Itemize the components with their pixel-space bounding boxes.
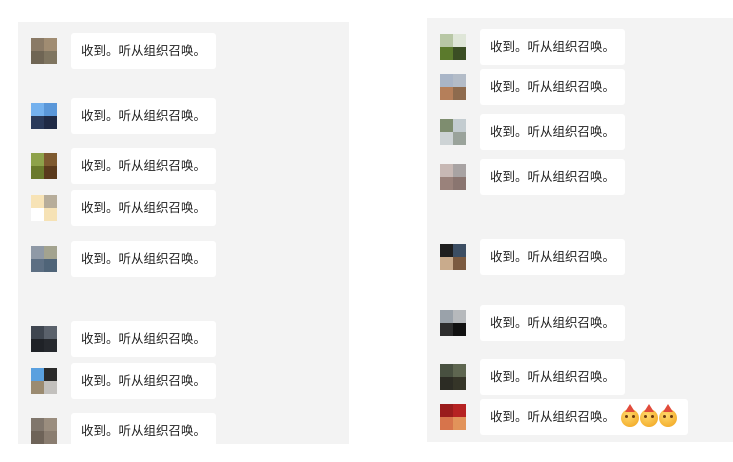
message-bubble[interactable]: 收到。听从组织召唤。: [480, 239, 626, 275]
avatar[interactable]: [31, 38, 57, 64]
message-bubble[interactable]: 收到。听从组织召唤。: [480, 69, 626, 105]
message-bubble[interactable]: 收到。听从组织召唤。: [480, 114, 626, 150]
chat-panel-right[interactable]: 收到。听从组织召唤。 收到。听从组织召唤。 收到。听从组织召唤。 收到。听从组织召唤。…: [427, 18, 733, 442]
party-face-icon: [659, 404, 678, 427]
message-bubble[interactable]: 收到。听从组织召唤。: [480, 359, 626, 395]
avatar[interactable]: [440, 244, 466, 270]
party-face-icon: [640, 404, 659, 427]
avatar[interactable]: [31, 246, 57, 272]
avatar[interactable]: [440, 74, 466, 100]
message-bubble[interactable]: 收到。听从组织召唤。: [71, 241, 217, 277]
avatar[interactable]: [440, 164, 466, 190]
avatar[interactable]: [31, 418, 57, 444]
avatar[interactable]: [31, 326, 57, 352]
message-text: 收到。听从组织召唤。: [81, 373, 207, 388]
message-bubble[interactable]: 收到。听从组织召唤。: [71, 190, 217, 226]
message-bubble[interactable]: 收到。听从组织召唤。: [480, 305, 626, 341]
message-bubble[interactable]: 收到。听从组织召唤。: [71, 148, 217, 184]
avatar[interactable]: [440, 119, 466, 145]
message-text: 收到。听从组织召唤。: [490, 124, 616, 139]
message-bubble[interactable]: 收到。听从组织召唤。: [480, 399, 689, 436]
message-text: 收到。听从组织召唤。: [81, 251, 207, 266]
message-text: 收到。听从组织召唤。: [81, 200, 207, 215]
message-bubble[interactable]: 收到。听从组织召唤。: [480, 159, 626, 195]
avatar[interactable]: [440, 404, 466, 430]
message-text: 收到。听从组织召唤。: [81, 423, 207, 438]
message-text: 收到。听从组织召唤。: [490, 79, 616, 94]
message-bubble[interactable]: 收到。听从组织召唤。: [71, 321, 217, 357]
avatar[interactable]: [31, 103, 57, 129]
message-text: 收到。听从组织召唤。: [81, 331, 207, 346]
message-bubble[interactable]: 收到。听从组织召唤。: [71, 98, 217, 134]
avatar[interactable]: [440, 34, 466, 60]
message-text: 收到。听从组织召唤。: [490, 39, 616, 54]
party-face-icon: [621, 404, 640, 427]
avatar[interactable]: [440, 310, 466, 336]
message-text: 收到。听从组织召唤。: [81, 43, 207, 58]
avatar[interactable]: [31, 368, 57, 394]
avatar[interactable]: [440, 364, 466, 390]
message-text: 收到。听从组织召唤。: [490, 249, 616, 264]
avatar[interactable]: [31, 195, 57, 221]
emoji-group: [621, 400, 678, 436]
message-bubble[interactable]: 收到。听从组织召唤。: [480, 29, 626, 65]
message-text: 收到。听从组织召唤。: [81, 108, 207, 123]
message-bubble[interactable]: 收到。听从组织召唤。: [71, 363, 217, 399]
message-bubble[interactable]: 收到。听从组织召唤。: [71, 413, 217, 444]
message-text: 收到。听从组织召唤。: [490, 169, 616, 184]
message-text: 收到。听从组织召唤。: [490, 315, 616, 330]
avatar[interactable]: [31, 153, 57, 179]
message-bubble[interactable]: 收到。听从组织召唤。: [71, 33, 217, 69]
message-text: 收到。听从组织召唤。: [81, 158, 207, 173]
chat-panel-left[interactable]: 收到。听从组织召唤。 收到。听从组织召唤。 收到。听从组织召唤。 收到。听从组织召唤。…: [18, 22, 349, 444]
message-text: 收到。听从组织召唤。: [490, 369, 616, 384]
message-text: 收到。听从组织召唤。: [490, 409, 616, 424]
